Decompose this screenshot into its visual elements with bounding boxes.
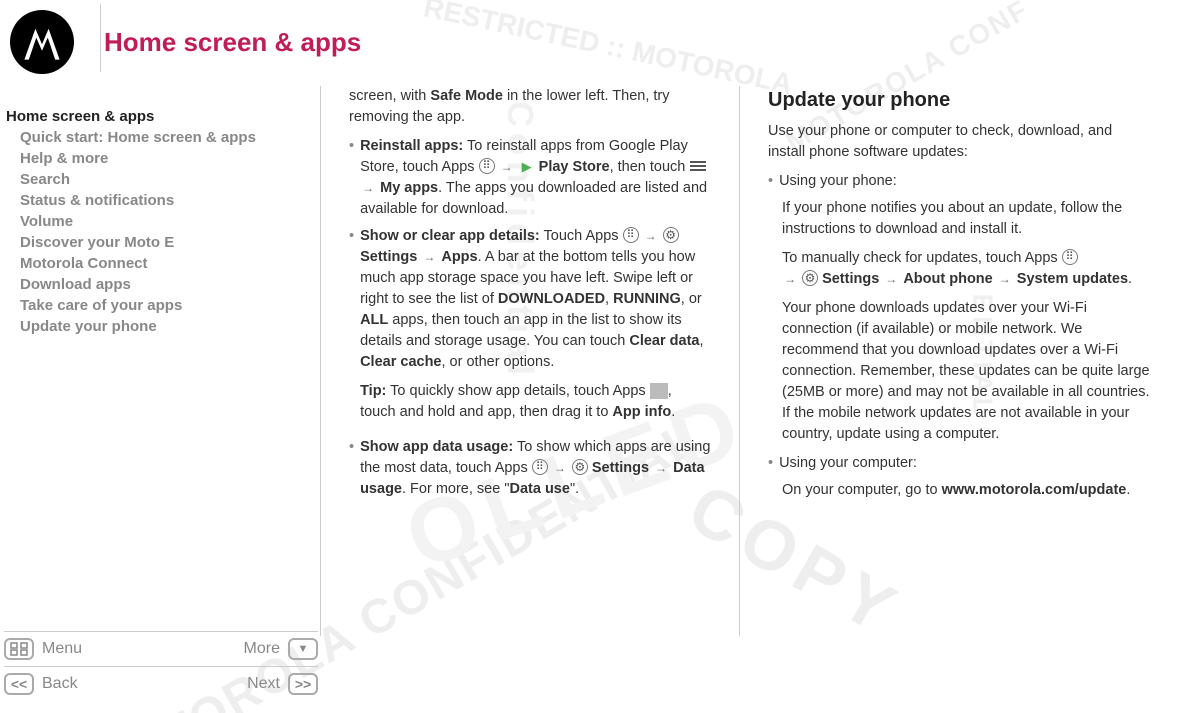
safe-mode-bold: Safe Mode <box>430 88 503 104</box>
settings-bold: Settings <box>822 271 879 287</box>
arrow-icon: → <box>999 272 1011 286</box>
sidebar-item-download-apps[interactable]: Download apps <box>20 274 310 295</box>
sidebar-item-search[interactable]: Search <box>20 169 310 190</box>
settings-bold: Settings <box>592 460 649 476</box>
clear-data-bold: Clear data <box>629 333 699 349</box>
column-divider <box>739 86 740 636</box>
show-clear-details-label: Show or clear app details: <box>360 228 540 244</box>
all-bold: ALL <box>360 312 388 328</box>
text: ". <box>570 481 579 497</box>
footer-nav: Menu More << Back Next >> <box>4 627 318 701</box>
motorola-logo <box>10 10 74 74</box>
apps-box-icon <box>650 383 668 399</box>
more-button[interactable]: More <box>244 638 318 660</box>
back-label: Back <box>42 675 78 693</box>
reinstall-apps-label: Reinstall apps: <box>360 138 463 154</box>
arrow-icon: → <box>655 461 667 475</box>
sidebar-item-quick-start[interactable]: Quick start: Home screen & apps <box>20 127 310 148</box>
sidebar-item-motorola-connect[interactable]: Motorola Connect <box>20 253 310 274</box>
apps-icon <box>532 459 548 475</box>
arrow-icon: → <box>423 250 435 264</box>
data-use-bold: Data use <box>509 481 569 497</box>
text: , then touch <box>610 159 690 175</box>
arrow-icon: → <box>554 461 566 475</box>
downloaded-bold: DOWNLOADED <box>498 291 605 307</box>
update-phone-p1: If your phone notifies you about an upda… <box>782 198 1150 240</box>
gear-icon <box>802 270 818 286</box>
update-phone-heading: Update your phone <box>768 86 1150 115</box>
settings-bold: Settings <box>360 249 417 265</box>
update-url: www.motorola.com/update <box>942 482 1127 498</box>
sidebar-item-discover-moto-e[interactable]: Discover your Moto E <box>20 232 310 253</box>
sidebar-item-status-notifications[interactable]: Status & notifications <box>20 190 310 211</box>
using-phone-label: Using your phone: <box>779 171 1150 192</box>
text: , <box>699 333 703 349</box>
system-updates-bold: System updates <box>1017 271 1128 287</box>
text: Touch Apps <box>540 228 623 244</box>
running-bold: RUNNING <box>613 291 681 307</box>
gear-icon <box>572 459 588 475</box>
about-phone-bold: About phone <box>903 271 992 287</box>
clear-cache-bold: Clear cache <box>360 354 441 370</box>
update-phone-p3: Your phone downloads updates over your W… <box>782 298 1150 445</box>
arrow-icon: → <box>501 160 513 174</box>
tip-label: Tip: <box>360 383 386 399</box>
text: On your computer, go to <box>782 482 942 498</box>
text: To manually check for updates, touch App… <box>782 250 1062 266</box>
text: . <box>1126 482 1130 498</box>
text: . For more, see " <box>402 481 509 497</box>
text: , or other options. <box>442 354 555 370</box>
footer-divider <box>4 631 318 632</box>
update-intro: Use your phone or computer to check, dow… <box>768 121 1150 163</box>
menu-label: Menu <box>42 640 82 658</box>
content-column-1: screen, with Safe Mode in the lower left… <box>349 86 729 636</box>
arrow-icon: → <box>885 272 897 286</box>
play-store-icon <box>519 158 535 174</box>
bullet-dot: • <box>349 136 354 220</box>
apps-icon <box>1062 249 1078 265</box>
sidebar-nav: Home screen & apps Quick start: Home scr… <box>0 86 310 636</box>
next-icon: >> <box>288 673 318 695</box>
more-down-icon <box>288 638 318 660</box>
next-button[interactable]: Next >> <box>247 673 318 695</box>
sidebar-item-help-more[interactable]: Help & more <box>20 148 310 169</box>
apps-icon <box>479 158 495 174</box>
my-apps-bold: My apps <box>380 180 438 196</box>
text: . <box>671 404 675 420</box>
sidebar-item-take-care-apps[interactable]: Take care of your apps <box>20 295 310 316</box>
apps-icon <box>623 227 639 243</box>
arrow-icon: → <box>784 272 796 286</box>
text: screen, with <box>349 88 430 104</box>
back-button[interactable]: << Back <box>4 673 78 695</box>
bullet-dot: • <box>349 437 354 500</box>
sidebar-item-update-phone[interactable]: Update your phone <box>20 316 310 337</box>
play-store-bold: Play Store <box>539 159 610 175</box>
bullet-dot: • <box>768 171 773 192</box>
footer-divider <box>4 666 318 667</box>
bullet-dot: • <box>349 226 354 431</box>
menu-button[interactable]: Menu <box>4 638 82 660</box>
header-divider <box>100 4 101 72</box>
sidebar-item-home-screen-apps[interactable]: Home screen & apps <box>6 106 310 127</box>
menu-icon <box>689 158 707 174</box>
menu-grid-icon <box>4 638 34 660</box>
bullet-dot: • <box>768 453 773 474</box>
text: , or <box>681 291 702 307</box>
page-title: Home screen & apps <box>104 27 361 58</box>
apps-bold: Apps <box>441 249 477 265</box>
arrow-icon: → <box>362 181 374 195</box>
header: Home screen & apps <box>0 0 1177 76</box>
arrow-icon: → <box>645 229 657 243</box>
sidebar-item-volume[interactable]: Volume <box>20 211 310 232</box>
gear-icon <box>663 227 679 243</box>
app-info-bold: App info <box>612 404 671 420</box>
content-column-2: Update your phone Use your phone or comp… <box>768 86 1168 636</box>
using-computer-label: Using your computer: <box>779 453 1150 474</box>
text: To quickly show app details, touch Apps <box>386 383 649 399</box>
next-label: Next <box>247 675 280 693</box>
more-label: More <box>244 640 280 658</box>
show-data-usage-label: Show app data usage: <box>360 439 513 455</box>
back-icon: << <box>4 673 34 695</box>
column-divider <box>320 86 321 636</box>
